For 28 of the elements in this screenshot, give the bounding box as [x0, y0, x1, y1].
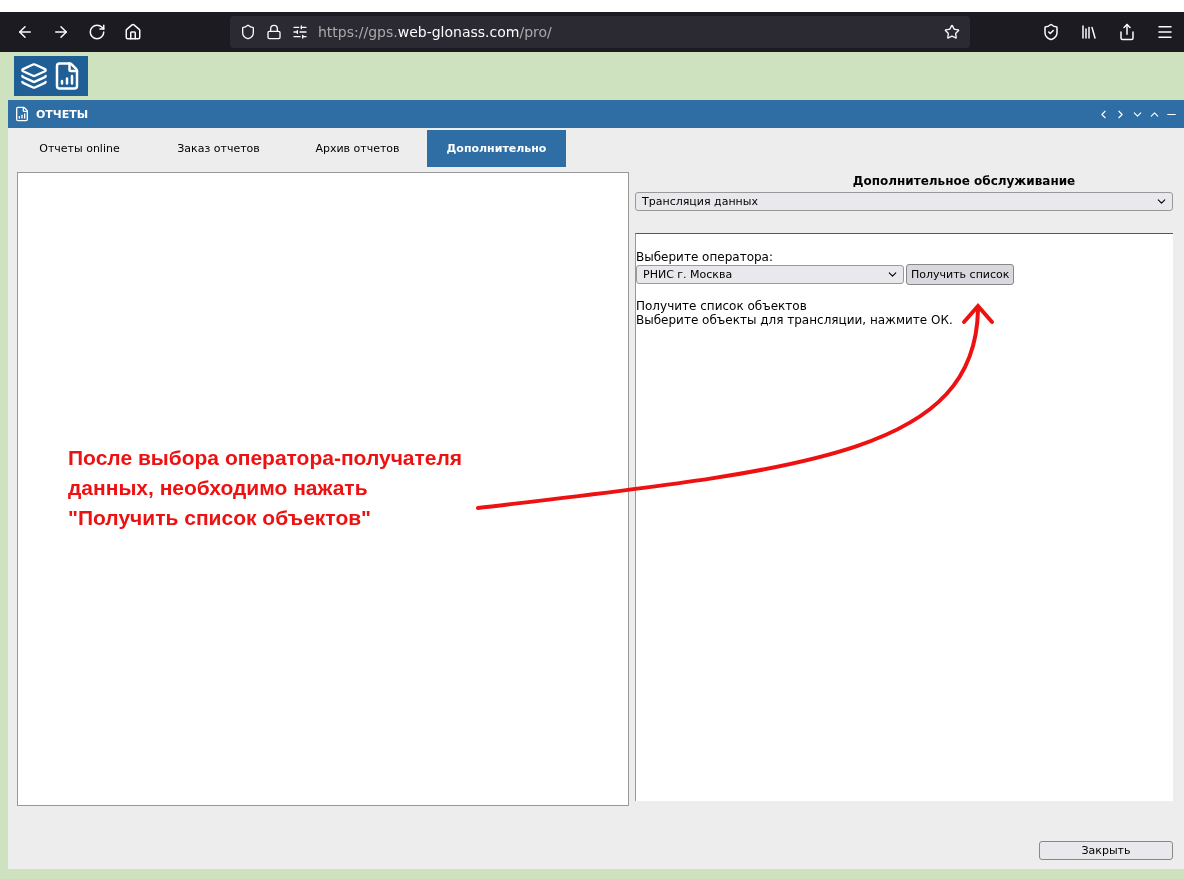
tab[interactable]: Дополнительно: [427, 130, 566, 167]
annotation-text: После выбора оператора-получателя данных, необходимо нажать "Получить список объектов": [68, 445, 463, 531]
home-icon[interactable]: [124, 23, 142, 41]
close-button[interactable]: Закрыть: [1039, 841, 1173, 860]
reload-icon[interactable]: [88, 23, 106, 41]
menu-icon[interactable]: [1156, 23, 1174, 41]
instruction-text: Получите список объектов: [636, 299, 808, 313]
shield-icon[interactable]: [240, 24, 256, 40]
tab[interactable]: Отчеты online: [10, 130, 149, 167]
url-text: https://gps.web-glonass.com/pro/: [318, 24, 553, 40]
star-icon[interactable]: [944, 24, 960, 40]
report-icon: [14, 106, 30, 122]
layers-icon[interactable]: [20, 62, 48, 90]
lock-icon[interactable]: [266, 24, 282, 40]
operator-select[interactable]: РНИС г. Москва: [636, 265, 904, 284]
library-icon[interactable]: [1080, 23, 1098, 41]
tab[interactable]: Заказ отчетов: [149, 130, 288, 167]
tab[interactable]: Архив отчетов: [288, 130, 427, 167]
window-title: ОТЧЕТЫ: [36, 107, 89, 121]
operator-label: Выберите оператора:: [636, 250, 774, 264]
forward-icon[interactable]: [52, 23, 70, 41]
get-list-button[interactable]: Получить список: [906, 264, 1015, 285]
instruction-text: Выберите объекты для трансляции, нажмите ОК.: [636, 313, 954, 327]
address-bar[interactable]: https://gps.web-glonass.com/pro/: [230, 16, 970, 48]
service-select[interactable]: Трансляция данных: [635, 192, 1173, 211]
section-title: Дополнительное обслуживание: [851, 173, 1077, 190]
share-icon[interactable]: [1118, 23, 1136, 41]
back-icon[interactable]: [16, 23, 34, 41]
